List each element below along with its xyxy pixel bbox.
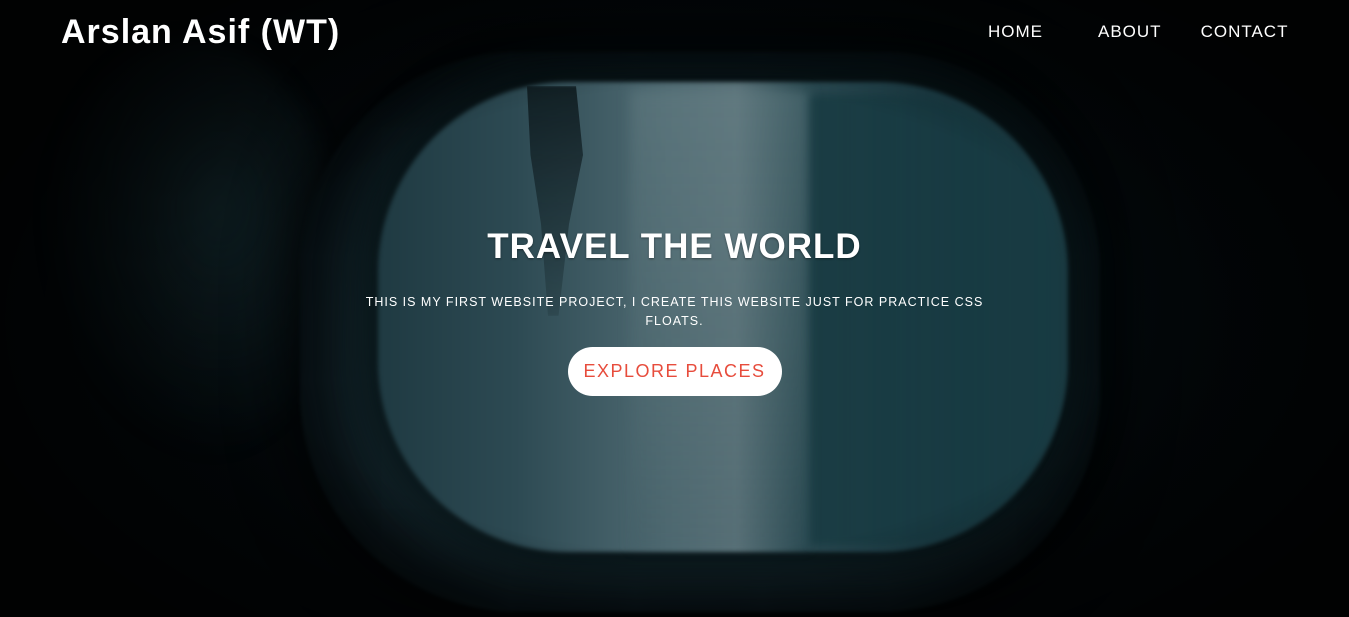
nav-link-about[interactable]: ABOUT	[1098, 22, 1162, 42]
nav-link-contact[interactable]: CONTACT	[1201, 22, 1289, 42]
nav-link-home[interactable]: HOME	[988, 22, 1043, 42]
hero-description: THIS IS MY FIRST WEBSITE PROJECT, I CREA…	[365, 295, 984, 328]
hero-section: Arslan Asif (WT) HOME ABOUT CONTACT TRAV…	[0, 0, 1349, 617]
hero-title: TRAVEL THE WORLD	[487, 227, 862, 266]
main-nav: HOME ABOUT CONTACT	[988, 22, 1288, 42]
site-header: Arslan Asif (WT) HOME ABOUT CONTACT	[0, 0, 1349, 64]
explore-places-button[interactable]: EXPLORE PLACES	[567, 347, 782, 396]
site-logo[interactable]: Arslan Asif (WT)	[61, 12, 340, 52]
hero-content: TRAVEL THE WORLD THIS IS MY FIRST WEBSIT…	[340, 226, 1009, 396]
